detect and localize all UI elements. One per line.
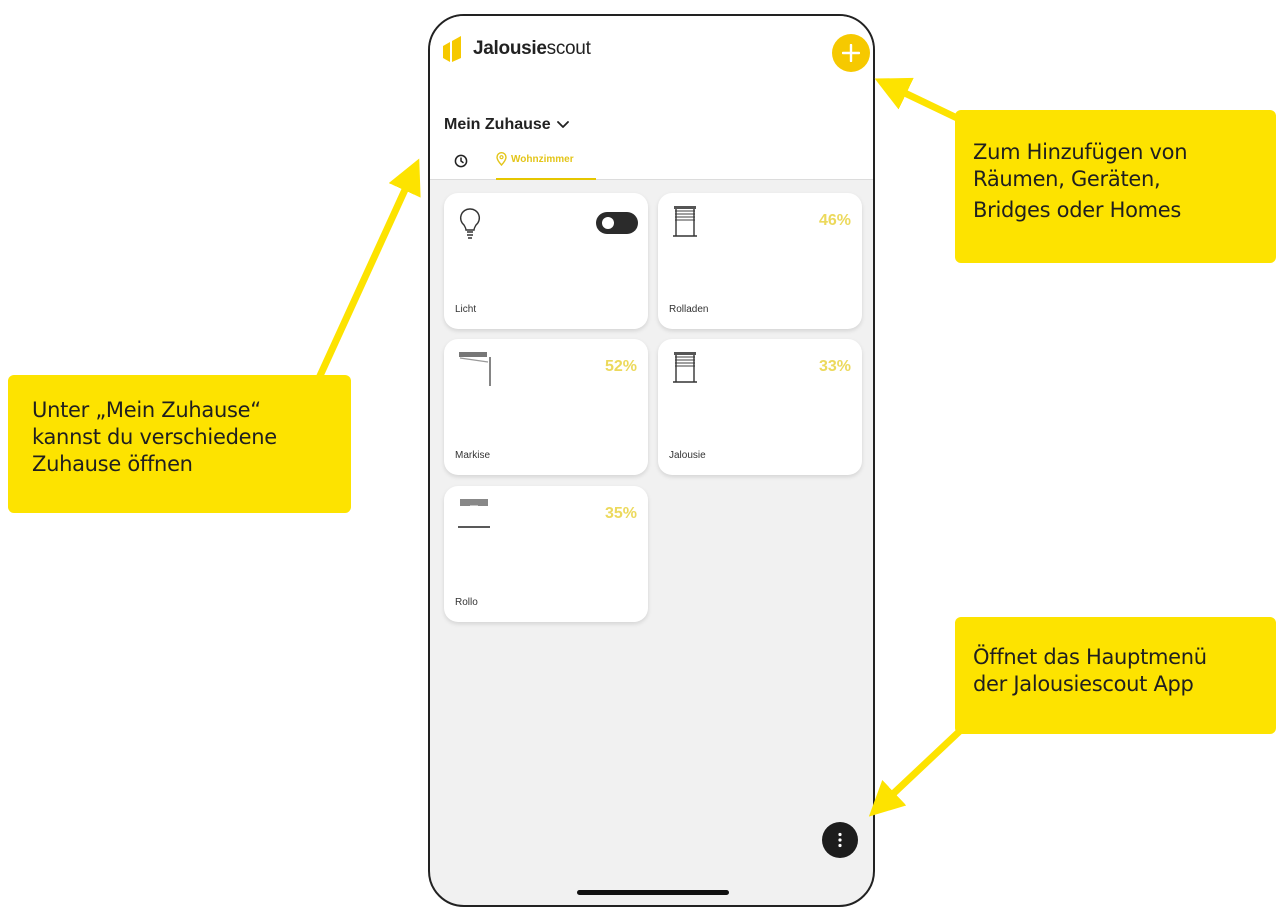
- arrow-home: [315, 158, 421, 380]
- device-card-rollo[interactable]: 35% Rollo: [444, 486, 648, 622]
- plus-icon: [842, 44, 860, 62]
- lightbulb-icon: [460, 208, 480, 239]
- device-percent: 33%: [818, 358, 851, 375]
- device-label: Licht: [455, 304, 477, 315]
- app-logo: Jalousiescout: [443, 36, 591, 62]
- home-indicator: [577, 890, 729, 895]
- roller-blind-icon: [458, 499, 490, 528]
- device-percent: 35%: [604, 505, 637, 522]
- home-selector[interactable]: Mein Zuhause: [444, 116, 569, 134]
- toggle-knob: [602, 217, 614, 229]
- callout-line: kannst du verschiedene: [32, 425, 277, 449]
- awning-icon: [459, 352, 491, 386]
- device-card-markise[interactable]: 52% Markise: [444, 339, 648, 475]
- callout-line: Zum Hinzufügen von: [973, 140, 1188, 164]
- tab-wohnzimmer[interactable]: Wohnzimmer: [496, 150, 596, 180]
- chevron-down-icon: [556, 121, 569, 128]
- device-card-licht[interactable]: Licht: [444, 193, 648, 329]
- location-pin-icon: [496, 152, 507, 166]
- device-percent: 46%: [818, 212, 851, 229]
- device-label: Markise: [455, 450, 491, 461]
- add-button[interactable]: [832, 34, 870, 72]
- phone-screen: Jalousiescout Mein Zuhause Wohnzimmer Li…: [428, 14, 875, 907]
- logo-icon: [443, 36, 461, 62]
- arrow-add: [874, 77, 959, 122]
- arrow-menu: [868, 725, 966, 817]
- tab-room-label: Wohnzimmer: [511, 154, 574, 165]
- shutter-icon: [673, 206, 697, 237]
- device-card-jalousie[interactable]: 33% Jalousie: [658, 339, 862, 475]
- device-card-rolladen[interactable]: 46% Rolladen: [658, 193, 862, 329]
- home-title: Mein Zuhause: [444, 116, 551, 133]
- app-logo-text: Jalousiescout: [473, 38, 591, 59]
- callout-menu: Öffnet das Hauptmenü der Jalousiescout A…: [955, 617, 1276, 734]
- tab-schedule[interactable]: [454, 154, 468, 173]
- device-label: Jalousie: [669, 450, 706, 461]
- main-menu-button[interactable]: [822, 822, 858, 858]
- light-toggle[interactable]: [596, 212, 638, 234]
- callout-line: Zuhause öffnen: [32, 452, 193, 476]
- callout-line: Öffnet das Hauptmenü: [973, 645, 1207, 669]
- device-label: Rolladen: [669, 304, 709, 315]
- device-label: Rollo: [455, 597, 478, 608]
- callout-line: Räumen, Geräten,: [973, 167, 1161, 191]
- callout-add: Zum Hinzufügen von Räumen, Geräten, Brid…: [955, 110, 1276, 263]
- clock-icon: [454, 154, 468, 168]
- callout-line: Unter „Mein Zuhause“: [32, 398, 261, 422]
- callout-home: Unter „Mein Zuhause“ kannst du verschied…: [8, 375, 351, 513]
- device-percent: 52%: [604, 358, 637, 375]
- app-header: Jalousiescout Mein Zuhause Wohnzimmer: [430, 16, 873, 180]
- callout-line: der Jalousiescout App: [973, 672, 1194, 696]
- more-vertical-icon: [838, 832, 842, 848]
- blind-icon: [673, 352, 697, 383]
- callout-line: Bridges oder Homes: [973, 198, 1182, 222]
